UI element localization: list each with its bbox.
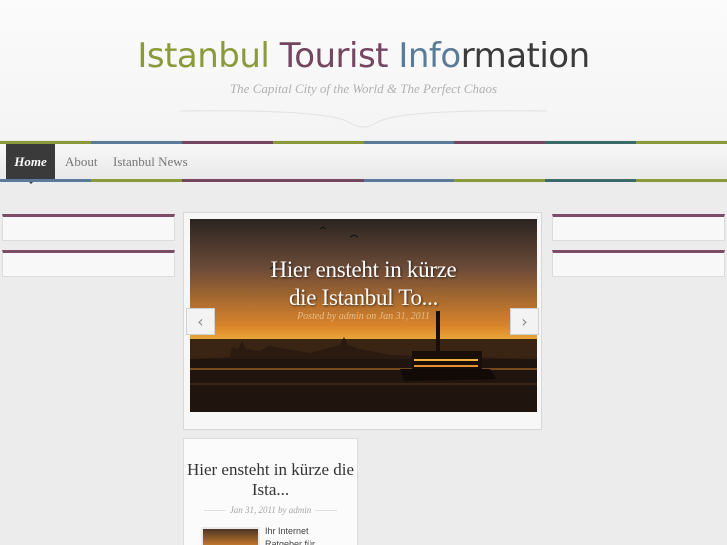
meta-divider-right [315,510,338,512]
slide-title-line-1[interactable]: Hier ensteht in kürze [271,257,457,282]
title-word-rmation[interactable]: rmation [461,36,590,76]
slider-prev-button[interactable]: ‹ [186,308,215,335]
title-word-istanbul[interactable]: Istanbul [137,36,270,76]
site-tagline: The Capital City of the World & The Perf… [229,81,498,96]
nav-item-home[interactable]: Home [6,144,55,179]
slide-title[interactable]: Hier ensteht in kürze die Istanbul To... [190,256,537,312]
color-stripe-bottom [0,179,727,182]
title-word-tourist[interactable]: Tourist [280,36,389,76]
chevron-left-icon: ‹ [197,312,204,331]
left-sidebar-widget-1 [2,214,175,241]
header-swirl-ornament [180,110,547,128]
main-navigation: Home About Istanbul News [0,144,727,179]
featured-slider: Hier ensteht in kürze die Istanbul To... … [183,212,542,430]
slide-title-line-2[interactable]: die Istanbul To... [289,285,438,310]
post-title[interactable]: Hier ensteht in kürze die Ista... [184,460,357,500]
post-meta: Jan 31, 2011 by admin [184,505,357,515]
post-excerpt: Ihr Internet Ratgeber für [265,526,316,545]
meta-divider-left [203,510,226,512]
post-by: by [278,505,287,515]
nav-item-istanbul-news[interactable]: Istanbul News [113,144,188,179]
right-sidebar-widget-1 [552,214,725,241]
nav-item-about[interactable]: About [65,144,98,179]
left-sidebar-widget-2 [2,250,175,277]
slide-meta: Posted by admin on Jan 31, 2011 [297,311,430,322]
right-sidebar-widget-2 [552,250,725,277]
chevron-right-icon: › [521,312,528,331]
post-author[interactable]: admin [289,505,312,515]
title-word-info[interactable]: Info [398,36,461,76]
site-header: Istanbul Tourist Information The Capital… [0,0,727,140]
post-thumbnail[interactable] [201,527,260,545]
slide-image[interactable]: Hier ensteht in kürze die Istanbul To... … [190,219,537,412]
post-date: Jan 31, 2011 [229,505,276,515]
slider-next-button[interactable]: › [510,308,539,335]
site-title[interactable]: Istanbul Tourist Information [0,36,727,76]
post-card: Hier ensteht in kürze die Ista... Jan 31… [183,438,358,545]
